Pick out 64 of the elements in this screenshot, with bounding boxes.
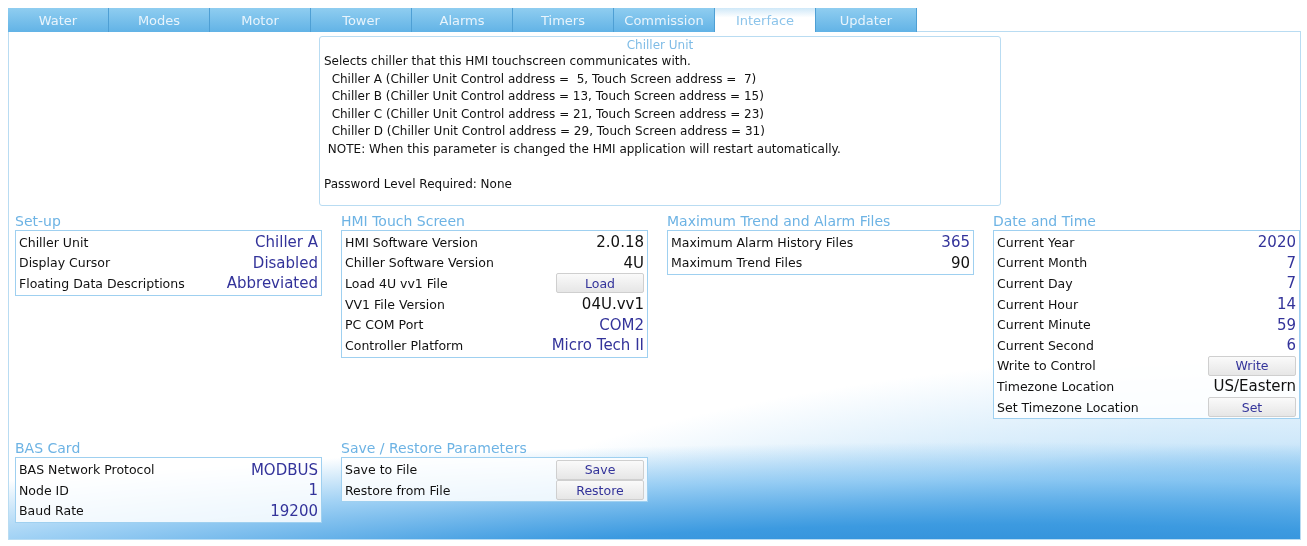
field-label: Display Cursor [19,255,111,271]
field-label: Controller Platform [345,337,464,353]
field-label: Current Second [997,337,1094,353]
field-label: Timezone Location [997,378,1115,394]
help-text: Chiller B (Chiller Unit Control address = 13, Touch Screen address = 15) [330,88,765,106]
field-label: Maximum Trend Files [671,255,803,271]
field-label: Current Minute [997,317,1091,333]
section-title: Set-up [15,213,62,230]
setting-value[interactable]: Chiller A [255,233,318,252]
field-label: HMI Software Version [345,234,478,250]
setting-value[interactable]: 1 [308,481,318,500]
setting-value[interactable]: 59 [1276,315,1296,334]
setting-value[interactable]: COM2 [599,315,644,334]
field-label: BAS Network Protocol [19,462,155,477]
help-text: Chiller A (Chiller Unit Control address = 5, Touch Screen address = 7) [330,70,758,88]
readout-value: 2.0.18 [596,233,644,252]
action-button[interactable]: Set [1208,397,1296,418]
setting-value[interactable]: 7 [1286,274,1296,293]
setting-value[interactable]: Abbreviated [226,274,318,293]
section-title: HMI Touch Screen [341,213,466,230]
help-text: NOTE: When this parameter is changed the HMI application will restart automatically. [326,140,842,158]
field-label: Chiller Unit [19,234,89,250]
field-label: Load 4U vv1 File [345,276,448,291]
setting-value[interactable]: Disabled [252,253,318,272]
section-title: Save / Restore Parameters [341,440,528,458]
help-text: Selects chiller that this HMI touchscreen communicates with. [324,53,692,70]
field-label: Floating Data Descriptions [19,276,185,291]
setting-value[interactable]: 14 [1276,295,1296,314]
field-label: Write to Control [997,358,1096,374]
field-label: Current Month [997,255,1088,271]
readout-value: 4U [623,253,644,272]
field-label: Chiller Software Version [345,255,494,271]
field-label: Maximum Alarm History Files [671,234,854,250]
field-label: Current Hour [997,296,1079,312]
field-label: Node ID [19,482,69,498]
setting-value[interactable]: MODBUS [250,460,318,479]
field-label: PC COM Port [345,317,424,333]
section-title: Maximum Trend and Alarm Files [667,213,892,230]
setting-value[interactable]: 19200 [270,501,318,520]
readout-value: 04U.vv1 [581,295,644,314]
setting-value[interactable]: 7 [1286,253,1296,272]
help-text: Chiller C (Chiller Unit Control address = 21, Touch Screen address = 23) [330,105,765,123]
help-text: Password Level Required: None [324,176,513,194]
field-label: Current Day [997,276,1073,291]
field-label: Set Timezone Location [997,399,1139,415]
field-label: Save to File [345,462,418,477]
setting-value[interactable]: 365 [941,233,970,252]
action-button[interactable]: Write [1208,355,1296,376]
field-label: Baud Rate [19,503,84,519]
action-button[interactable]: Restore [556,480,644,501]
section-title: BAS Card [15,440,82,458]
setting-value[interactable]: Micro Tech II [551,336,644,355]
setting-value[interactable]: 2020 [1257,233,1296,252]
setting-value[interactable]: 6 [1286,336,1296,355]
action-button[interactable]: Load [556,273,644,294]
action-button[interactable]: Save [556,459,644,480]
field-label: Current Year [997,234,1075,250]
field-label: Restore from File [345,482,451,498]
section-title: Date and Time [993,213,1097,230]
field-label: VV1 File Version [345,296,445,312]
readout-value: 90 [950,253,970,272]
readout-value: US/Eastern [1213,377,1296,396]
help-text: Chiller D (Chiller Unit Control address = 29, Touch Screen address = 31) [330,123,766,141]
help-title: Chiller Unit [626,37,694,53]
